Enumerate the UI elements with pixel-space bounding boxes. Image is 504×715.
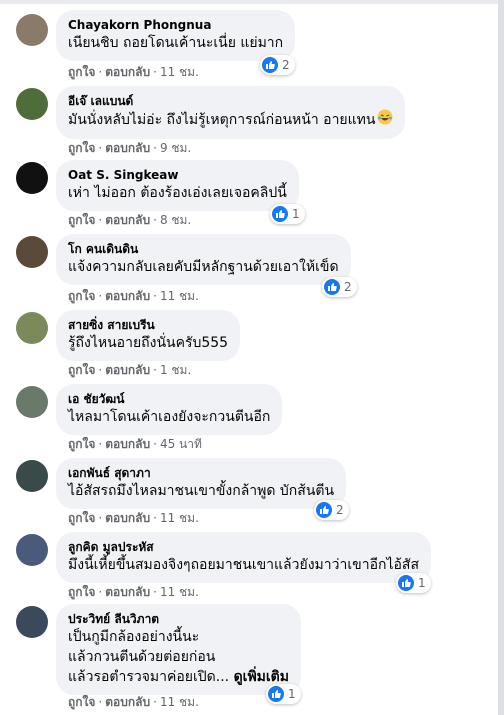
reply-link[interactable]: ตอบกลับ: [105, 437, 150, 451]
timestamp[interactable]: 11 ชม.: [160, 511, 199, 525]
reaction-count[interactable]: 1: [266, 684, 301, 704]
reaction-count[interactable]: 2: [314, 500, 349, 520]
like-reaction-icon: [268, 686, 284, 702]
reply-link[interactable]: ตอบกลับ: [105, 511, 150, 525]
comment-bubble: เอกพันธ์ สุดาภา ไอ้สัสรถมึงไหลมาชนเขาขั้…: [56, 458, 347, 509]
avatar[interactable]: [16, 236, 48, 268]
like-link[interactable]: ถูกใจ: [68, 65, 95, 79]
like-link[interactable]: ถูกใจ: [68, 585, 95, 599]
timestamp[interactable]: 8 ชม.: [160, 213, 191, 227]
comment-bubble: Oat S. Singkeaw เห่า ไม่ออก ต้องร้องเอ่ง…: [56, 160, 299, 211]
like-link[interactable]: ถูกใจ: [68, 511, 95, 525]
comment-actions: ถูกใจ · ตอบกลับ · 11 ชม.: [68, 511, 199, 525]
comment-actions: ถูกใจ · ตอบกลับ · 8 ชม.: [68, 213, 192, 227]
comment-bubble: ลูกคิด มูลประหัส มึงนี้เหี้ยขึ้นสมองจิงๆ…: [56, 532, 431, 583]
comment-actions: ถูกใจ · ตอบกลับ · 11 ชม.: [68, 695, 199, 709]
author-name[interactable]: เอ ชัยวัฒน์: [68, 391, 270, 407]
reply-link[interactable]: ตอบกลับ: [105, 289, 150, 303]
comment-text: แจ้งความกลับเลยคับมีหลักฐานด้วยเอาให้เข็…: [68, 259, 339, 275]
comment-text: เห่า ไม่ออก ต้องร้องเอ่งเลยเจอคลิปนี้: [68, 185, 287, 201]
comment-actions: ถูกใจ · ตอบกลับ · 1 ชม.: [68, 363, 192, 377]
author-name[interactable]: โก คนเดินดิน: [68, 241, 339, 257]
comment-actions: ถูกใจ · ตอบกลับ · 45 นาที: [68, 437, 202, 451]
top-divider: [0, 0, 504, 4]
comment-text: เป็นกูมีกล้องอย่างนี้นะ: [68, 629, 200, 645]
timestamp[interactable]: 11 ชม.: [160, 695, 199, 709]
comment-bubble: อีเจ๊ เลแบนด์ มันนั่งหลับไม่อ่ะ ถึงไม่รู…: [56, 86, 406, 139]
author-name[interactable]: เอกพันธ์ สุดาภา: [68, 465, 334, 481]
comment-text: มึงนี้เหี้ยขึ้นสมองจิงๆถอยมาชนเขาแล้วยัง…: [68, 557, 419, 573]
laughing-emoji-icon: [377, 109, 393, 131]
comment-actions: ถูกใจ · ตอบกลับ · 9 ชม.: [68, 141, 192, 155]
like-link[interactable]: ถูกใจ: [68, 363, 95, 377]
author-name[interactable]: Chayakorn Phongnua: [68, 17, 283, 33]
reaction-count[interactable]: 2: [322, 277, 357, 297]
timestamp[interactable]: 9 ชม.: [160, 141, 191, 155]
like-reaction-icon: [324, 279, 340, 295]
see-more-link[interactable]: ดูเพิ่มเติม: [234, 669, 289, 685]
comment-text: แล้วกวนตีนด้วยต่อยก่อน: [68, 649, 216, 665]
reaction-count[interactable]: 2: [260, 55, 295, 75]
like-reaction-icon: [262, 57, 278, 73]
reply-link[interactable]: ตอบกลับ: [105, 695, 150, 709]
avatar[interactable]: [16, 162, 48, 194]
like-reaction-icon: [398, 575, 414, 591]
like-reaction-icon: [272, 206, 288, 222]
reaction-count[interactable]: 1: [270, 204, 305, 224]
like-link[interactable]: ถูกใจ: [68, 141, 95, 155]
comment-actions: ถูกใจ · ตอบกลับ · 11 ชม.: [68, 585, 199, 599]
comment-text: ไหลมาโดนเค้าเองยังจะกวนตีนอีก: [68, 409, 271, 425]
comment-bubble: เอ ชัยวัฒน์ ไหลมาโดนเค้าเองยังจะกวนตีนอี…: [56, 384, 283, 435]
reply-link[interactable]: ตอบกลับ: [105, 141, 150, 155]
avatar[interactable]: [16, 14, 48, 46]
reaction-count[interactable]: 1: [396, 573, 431, 593]
timestamp[interactable]: 11 ชม.: [160, 65, 199, 79]
comment-actions: ถูกใจ · ตอบกลับ · 11 ชม.: [68, 65, 199, 79]
comment-text: แล้วรอตำรวจมาค่อยเปิด... ดูเพิ่มเติม: [68, 669, 290, 685]
like-reaction-icon: [316, 502, 332, 518]
timestamp[interactable]: 1 ชม.: [160, 363, 191, 377]
like-link[interactable]: ถูกใจ: [68, 437, 95, 451]
timestamp[interactable]: 45 นาที: [160, 437, 202, 451]
comment-text: มันนั่งหลับไม่อ่ะ ถึงไม่รู้เหตุการณ์ก่อน…: [68, 109, 393, 131]
comment-actions: ถูกใจ · ตอบกลับ · 11 ชม.: [68, 289, 199, 303]
comment-bubble: ประวิทย์ ลีนวิภาต เป็นกูมีกล้องอย่างนี้น…: [56, 604, 302, 695]
comment-text: ไอ้สัสรถมึงไหลมาชนเขาขั้งกล้าพูด บักส้นต…: [68, 483, 335, 499]
author-name[interactable]: สายซิ่ง สายเบรีน: [68, 317, 228, 333]
like-link[interactable]: ถูกใจ: [68, 213, 95, 227]
timestamp[interactable]: 11 ชม.: [160, 289, 199, 303]
comment-bubble: Chayakorn Phongnua เนียนชิบ ถอยโดนเค้านะ…: [56, 10, 296, 61]
author-name[interactable]: ลูกคิด มูลประหัส: [68, 539, 419, 555]
avatar[interactable]: [16, 534, 48, 566]
reply-link[interactable]: ตอบกลับ: [105, 585, 150, 599]
timestamp[interactable]: 11 ชม.: [160, 585, 199, 599]
author-name[interactable]: Oat S. Singkeaw: [68, 167, 287, 183]
avatar[interactable]: [16, 88, 48, 120]
comment-text: เนียนชิบ ถอยโดนเค้านะเนี่ย แย่มาก: [68, 35, 284, 51]
author-name[interactable]: อีเจ๊ เลแบนด์: [68, 93, 393, 109]
author-name[interactable]: ประวิทย์ ลีนวิภาต: [68, 611, 289, 627]
reply-link[interactable]: ตอบกลับ: [105, 363, 150, 377]
comment-bubble: โก คนเดินดิน แจ้งความกลับเลยคับมีหลักฐาน…: [56, 234, 351, 285]
reply-link[interactable]: ตอบกลับ: [105, 65, 150, 79]
avatar[interactable]: [16, 460, 48, 492]
avatar[interactable]: [16, 386, 48, 418]
comment-text: รู้ถึงไหนอายถึงนั่นครับ555: [68, 335, 229, 351]
avatar[interactable]: [16, 606, 48, 638]
scrollbar-track[interactable]: [498, 0, 504, 715]
like-link[interactable]: ถูกใจ: [68, 289, 95, 303]
like-link[interactable]: ถูกใจ: [68, 695, 95, 709]
avatar[interactable]: [16, 312, 48, 344]
reply-link[interactable]: ตอบกลับ: [105, 213, 150, 227]
comment-bubble: สายซิ่ง สายเบรีน รู้ถึงไหนอายถึงนั่นครับ…: [56, 310, 241, 361]
